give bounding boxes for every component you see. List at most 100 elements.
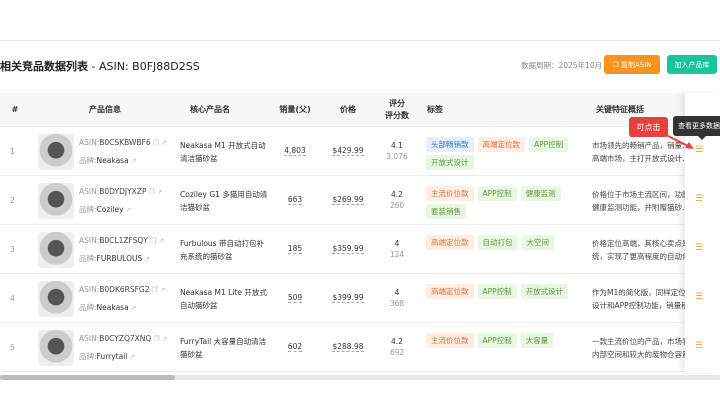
tag: 高端定位款 (477, 137, 525, 152)
tag: 大空间 (521, 235, 554, 250)
brand: 品牌:Neakasa ↗ (79, 303, 137, 312)
tags: 高端定位款 APP控制 开放式设计 (426, 284, 576, 299)
core-product-name: Neakasa M1 开放式自动清洁猫砂盆 (180, 141, 266, 163)
table-row: 5 ASIN:B0CYZQ7XNQ ❐ ↗ 品牌:Furrytail ↗ FurryT… (0, 323, 720, 372)
data-period: 数据周期：2025年10月 (521, 61, 603, 70)
view-details-icon[interactable]: ☰ (695, 243, 703, 253)
external-link-icon[interactable]: ↗ (161, 139, 167, 147)
view-details-icon[interactable]: ☰ (695, 292, 703, 302)
tag: APP控制 (477, 333, 517, 348)
sales: 185 (287, 244, 303, 254)
row-index: 5 (10, 343, 15, 352)
header-tags: 标签 (427, 105, 443, 114)
sales: 663 (287, 195, 303, 205)
copy-asin-button[interactable]: ❐ 复制ASIN (604, 55, 660, 74)
external-link-icon[interactable]: ↗ (131, 304, 137, 312)
tag: 自动打包 (477, 235, 518, 250)
asin: ASIN:B0CYZQ7XNQ ❐ ↗ (79, 334, 168, 343)
external-link-icon[interactable]: ↗ (144, 255, 150, 263)
key-features: 作为M1的简化版，同样定位… 设计和APP控制功能，销量稍… (592, 288, 687, 310)
header-product-info: 产品信息 (89, 105, 121, 114)
sales: 602 (287, 342, 303, 352)
horizontal-scrollbar[interactable] (0, 375, 720, 380)
tag: APP控制 (529, 137, 569, 152)
more-data-tooltip: 查看更多数据 (673, 116, 720, 140)
tag: 健康监测 (520, 186, 561, 201)
scrollbar-thumb[interactable] (0, 375, 175, 380)
header-price[interactable]: 价格 (330, 93, 366, 127)
copy-icon[interactable]: ❐ (153, 139, 159, 147)
tag: 高端定位款 (426, 235, 474, 250)
external-link-icon[interactable]: ↗ (160, 286, 166, 294)
key-features: 价格定位高端，其核心卖点是… 统，实现了更高程度的自动化… (592, 239, 687, 261)
brand: 品牌:FURBULOUS ↗ (79, 254, 151, 263)
copy-icon[interactable]: ❐ (150, 237, 156, 245)
external-link-icon[interactable]: ↗ (162, 335, 168, 343)
product-image[interactable] (38, 232, 74, 268)
tag: APP控制 (477, 186, 517, 201)
price: $359.99 (332, 244, 364, 254)
table-header: # 产品信息 核心产品名 销量(父) 价格 评分评分数 标签 关键特征概括 操作 (0, 93, 720, 127)
header-index: # (11, 105, 19, 114)
copy-icon[interactable]: ❐ (148, 188, 154, 196)
external-link-icon[interactable]: ↗ (158, 237, 164, 245)
price: $429.99 (332, 146, 364, 156)
tag: 开放式设计 (426, 155, 474, 170)
tag: 高端定位款 (426, 284, 474, 299)
table-row: 1 ASIN:B0CSKBWBF6 ❐ ↗ 品牌:Neakasa ↗ Neakasa … (0, 127, 720, 176)
tag: 主流价位款 (426, 186, 474, 201)
price: $288.98 (332, 342, 364, 352)
core-product-name: Coziley G1 多猫用自动清洁猫砂盆 (180, 190, 268, 212)
price: $269.99 (332, 195, 364, 205)
header-rating[interactable]: 评分 评分数 (378, 93, 416, 127)
tags: 高端定位款 自动打包 大空间 (426, 235, 576, 250)
row-index: 1 (10, 147, 15, 156)
product-image[interactable] (38, 183, 74, 219)
tag: 套装销售 (426, 204, 466, 219)
tag: 大容量 (520, 333, 554, 348)
add-to-library-button[interactable]: 加入产品库 (667, 55, 717, 74)
tag: 开放式设计 (520, 284, 569, 299)
header-core-name: 核心产品名 (190, 105, 230, 114)
rating: 4.2 692 (389, 337, 405, 357)
tags: 主流价位款 APP控制 健康监测套装销售 (426, 186, 576, 219)
tag: 主流价位款 (426, 333, 474, 348)
product-image[interactable] (38, 281, 74, 317)
table-row: 4 ASIN:B0DK6RSFG2 ❐ ↗ 品牌:Neakasa ↗ Neakasa … (0, 274, 720, 323)
view-details-icon[interactable]: ☰ (695, 341, 703, 351)
asin: ASIN:B0CL1ZFSQY ❐ ↗ (79, 236, 165, 245)
brand: 品牌:Coziley ↗ (79, 205, 132, 214)
tags: 主流价位款 APP控制 大容量 (426, 333, 576, 348)
page-title: 相关竞品数据列表 - ASIN: B0FJ88D2SS (0, 60, 200, 73)
price: $399.99 (332, 293, 364, 303)
row-index: 3 (10, 245, 15, 254)
tags: 头部畅销款 高端定位款 APP控制开放式设计 (426, 137, 576, 170)
copy-icon[interactable]: ❐ (153, 335, 159, 343)
copy-icon[interactable]: ❐ (152, 286, 158, 294)
asin: ASIN:B0DYDJYXZP ❐ ↗ (79, 187, 163, 196)
header-sales[interactable]: 销量(父) (275, 93, 315, 127)
brand: 品牌:Neakasa ↗ (79, 156, 137, 165)
external-link-icon[interactable]: ↗ (131, 157, 137, 165)
asin: ASIN:B0DK6RSFG2 ❐ ↗ (79, 285, 166, 294)
product-image[interactable] (38, 330, 74, 366)
key-features: 价格位于市场主流区间，功能… 健康监测功能，并附赠猫砂… (592, 190, 687, 212)
core-product-name: FurryTail 大容量自动清洁猫砂盆 (180, 337, 267, 359)
sales: 4,803 (284, 146, 306, 156)
key-features: 一款主流价位的产品，市场表… 内部空间和较大的废物仓容量… (592, 337, 687, 359)
product-image[interactable] (38, 134, 74, 170)
brand: 品牌:Furrytail ↗ (79, 352, 136, 361)
tag: 头部畅销款 (426, 137, 474, 152)
external-link-icon[interactable]: ↗ (157, 188, 163, 196)
table-row: 2 ASIN:B0DYDJYXZP ❐ ↗ 品牌:Coziley ↗ Coziley … (0, 176, 720, 225)
table-row: 3 ASIN:B0CL1ZFSQY ❐ ↗ 品牌:FURBULOUS ↗ Furbul… (0, 225, 720, 274)
rating: 4 368 (389, 288, 405, 308)
row-index: 4 (10, 294, 15, 303)
row-index: 2 (10, 196, 15, 205)
view-details-icon[interactable]: ☰ (695, 194, 703, 204)
view-details-icon[interactable]: ☰ (695, 145, 703, 155)
external-link-icon[interactable]: ↗ (126, 206, 132, 214)
external-link-icon[interactable]: ↗ (129, 353, 135, 361)
rating: 4.1 3,076 (386, 141, 408, 161)
tag: APP控制 (477, 284, 517, 299)
